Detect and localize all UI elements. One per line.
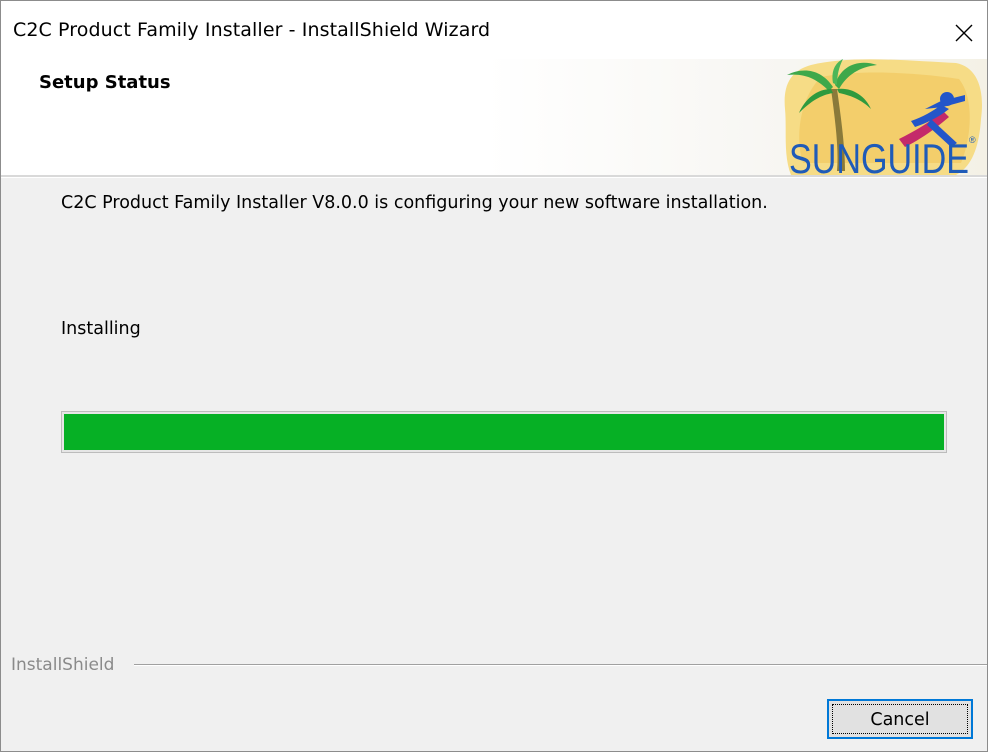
cancel-button-label: Cancel: [870, 710, 930, 730]
footer-divider: [134, 664, 987, 666]
window-title: C2C Product Family Installer - InstallSh…: [13, 19, 491, 41]
header-divider: [1, 175, 987, 178]
progress-bar-fill: [64, 414, 944, 450]
installer-window: C2C Product Family Installer - InstallSh…: [0, 0, 988, 752]
installshield-brand: InstallShield: [11, 655, 115, 675]
title-bar[interactable]: C2C Product Family Installer - InstallSh…: [1, 1, 987, 59]
wizard-header: Setup Status SUNGUIDE ®: [1, 59, 987, 175]
close-icon: [955, 24, 973, 42]
cancel-button[interactable]: Cancel: [827, 699, 973, 739]
progress-bar: [61, 411, 947, 453]
close-button[interactable]: [935, 9, 987, 57]
status-message: C2C Product Family Installer V8.0.0 is c…: [61, 193, 768, 213]
progress-label: Installing: [61, 319, 141, 339]
svg-text:®: ®: [969, 135, 976, 145]
svg-text:SUNGUIDE: SUNGUIDE: [789, 135, 969, 175]
sunguide-logo: SUNGUIDE ®: [784, 59, 982, 175]
page-title: Setup Status: [39, 72, 171, 93]
